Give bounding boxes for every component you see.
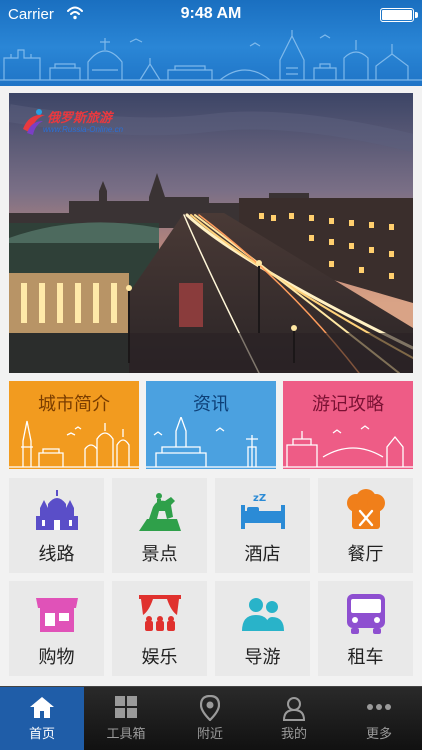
tile-attractions[interactable]: 景点 — [112, 478, 207, 573]
status-bar: Carrier 9:48 AM — [0, 0, 422, 30]
theater-icon — [112, 591, 207, 637]
location-pin-icon — [168, 695, 252, 721]
bottom-tab-bar: 首页 工具箱 附近 我的 更多 — [0, 686, 422, 750]
tile-shopping[interactable]: 购物 — [9, 581, 104, 676]
tab-toolbox-label: 工具箱 — [106, 727, 146, 742]
category-cards: 城市简介 资讯 游记攻略 — [9, 381, 413, 469]
clock: 9:48 AM — [180, 5, 242, 22]
brand-logo-text: 俄罗斯旅游 — [47, 110, 113, 125]
guide-people-icon — [215, 591, 310, 637]
tile-hotels[interactable]: zZ 酒店 — [215, 478, 310, 573]
travel-guide-card[interactable]: 游记攻略 — [283, 381, 413, 469]
palace-bridge-icon — [283, 425, 413, 468]
tile-routes[interactable]: 线路 — [9, 478, 104, 573]
news-label: 资讯 — [193, 394, 229, 415]
tile-car-rental-label: 租车 — [347, 647, 384, 668]
tile-hotels-label: 酒店 — [244, 544, 281, 565]
admiralty-spire-icon — [146, 417, 276, 468]
city-intro-card[interactable]: 城市简介 — [9, 381, 139, 469]
cathedral-skyline-icon — [9, 420, 139, 468]
tile-entertainment[interactable]: 娱乐 — [112, 581, 207, 676]
svg-text:zZ: zZ — [253, 493, 266, 504]
tile-car-rental[interactable]: 租车 — [318, 581, 413, 676]
battery-icon — [380, 8, 418, 22]
bus-icon — [318, 591, 413, 637]
app-header: Carrier 9:48 AM — [0, 0, 422, 86]
tile-restaurants-label: 餐厅 — [347, 544, 384, 565]
news-card[interactable]: 资讯 — [146, 381, 276, 469]
tile-restaurants[interactable]: 餐厅 — [318, 478, 413, 573]
tile-shopping-label: 购物 — [38, 647, 75, 668]
chef-hat-icon — [318, 488, 413, 534]
hero-banner[interactable]: 俄罗斯旅游 www.Russia-Online.cn — [9, 93, 413, 373]
brand-logo-url: www.Russia-Online.cn — [43, 125, 124, 134]
tab-toolbox[interactable]: 工具箱 — [84, 687, 168, 750]
tab-more[interactable]: 更多 — [336, 687, 422, 750]
tile-attractions-label: 景点 — [141, 544, 178, 565]
user-icon — [252, 695, 336, 721]
tab-me-label: 我的 — [280, 727, 307, 742]
home-icon — [0, 695, 84, 721]
more-dots-icon — [336, 695, 422, 721]
city-skyline-illustration — [0, 30, 422, 81]
tab-nearby[interactable]: 附近 — [168, 687, 252, 750]
city-intro-label: 城市简介 — [38, 394, 110, 415]
tile-guides-label: 导游 — [244, 647, 281, 668]
kremlin-icon — [9, 488, 104, 534]
shop-icon — [9, 591, 104, 637]
tile-guides[interactable]: 导游 — [215, 581, 310, 676]
tab-me[interactable]: 我的 — [252, 687, 336, 750]
tab-home[interactable]: 首页 — [0, 687, 84, 750]
toolbox-icon — [84, 695, 168, 721]
city-night-photo — [9, 93, 413, 373]
horseman-statue-icon — [112, 488, 207, 534]
travel-guide-label: 游记攻略 — [312, 394, 384, 415]
tile-entertainment-label: 娱乐 — [141, 647, 178, 668]
tab-home-label: 首页 — [28, 727, 55, 742]
bed-icon: zZ — [215, 488, 310, 534]
tab-more-label: 更多 — [365, 727, 392, 742]
tile-routes-label: 线路 — [38, 544, 75, 565]
tab-nearby-label: 附近 — [196, 727, 223, 742]
